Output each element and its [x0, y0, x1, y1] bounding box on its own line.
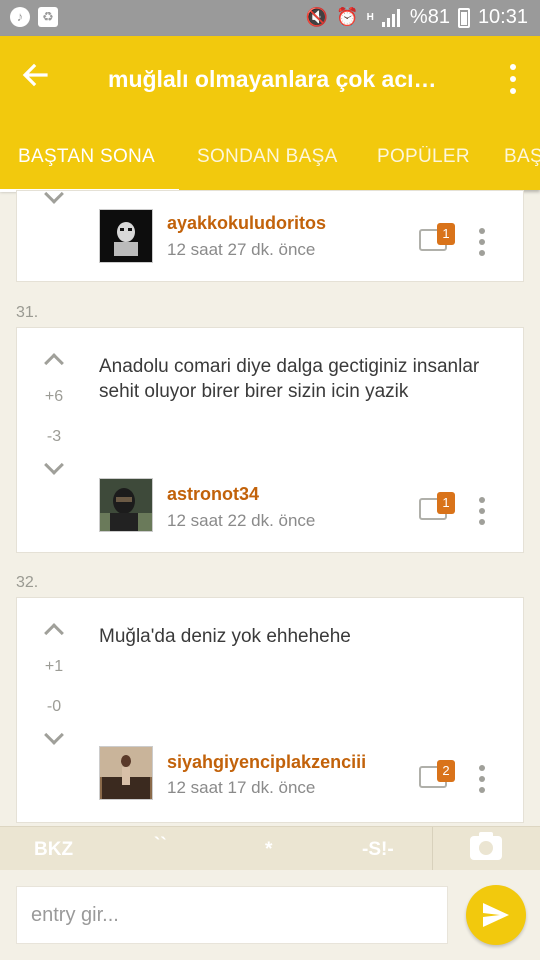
hidden-bkz-button[interactable]: ``: [154, 835, 167, 857]
send-button[interactable]: [466, 885, 526, 945]
bkz-button[interactable]: BKZ: [34, 839, 73, 861]
composer: [0, 870, 540, 960]
toolbar-divider: [432, 827, 433, 871]
comment-count: 1: [437, 223, 455, 245]
signal-icon: [381, 8, 402, 27]
entry-number: 32.: [16, 574, 39, 591]
entry-time[interactable]: 12 saat 22 dk. önce: [167, 511, 315, 531]
battery-percent: %81: [409, 6, 450, 28]
comments-button[interactable]: 2: [419, 760, 455, 794]
author-name[interactable]: astronot34: [167, 484, 259, 505]
clock: 10:31: [477, 6, 528, 28]
downvote-count: -3: [46, 428, 62, 445]
music-notification-icon: ♪: [10, 7, 30, 27]
alarm-icon: ⏰: [336, 7, 359, 27]
tab-populer[interactable]: POPÜLER: [377, 146, 470, 168]
tab-bastan-sona[interactable]: BAŞTAN SONA: [18, 146, 155, 168]
upvote-button[interactable]: [39, 623, 69, 643]
entry-number: 31.: [16, 304, 39, 321]
status-bar: ♪ ♻ 🔇 ⏰ H %81 10:31: [0, 0, 540, 36]
entry-card: +1 -0 Muğla'da deniz yok ehhehehe siyahg…: [16, 597, 524, 823]
upvote-button[interactable]: [39, 353, 69, 373]
entry-time[interactable]: 12 saat 27 dk. önce: [167, 240, 315, 260]
upvote-count: +6: [44, 388, 64, 405]
tab-bar: BAŞTAN SONA SONDAN BAŞA POPÜLER BAŞ: [0, 132, 540, 190]
battery-icon: [457, 7, 470, 28]
upvote-count: +1: [44, 658, 64, 675]
comments-button[interactable]: 1: [419, 492, 455, 526]
author-name[interactable]: siyahgiyenciplakzenciii: [167, 752, 366, 773]
tab-bas[interactable]: BAŞ: [504, 146, 540, 168]
page-title: muğlalı olmayanlara çok acı…: [108, 66, 437, 92]
entry-menu-icon[interactable]: [477, 497, 487, 525]
avatar[interactable]: [99, 746, 153, 800]
avatar[interactable]: [99, 209, 153, 263]
mute-icon: 🔇: [305, 7, 329, 27]
downvote-button[interactable]: [39, 455, 69, 475]
app-bar: muğlalı olmayanlara çok acı… BAŞTAN SONA…: [0, 36, 540, 192]
entry-card: +6 -3 Anadolu comari diye dalga gectigin…: [16, 327, 524, 553]
downvote-button[interactable]: [39, 725, 69, 745]
entry-text: Muğla'da deniz yok ehhehehe: [99, 626, 351, 647]
camera-icon[interactable]: [470, 832, 502, 860]
downvote-count: -0: [46, 698, 62, 715]
author-name[interactable]: ayakkokuludoritos: [167, 213, 326, 234]
entry-menu-icon[interactable]: [477, 765, 487, 793]
entry-text: Anadolu comari diye dalga gectiginiz ins…: [99, 356, 480, 402]
entry-time[interactable]: 12 saat 17 dk. önce: [167, 778, 315, 798]
recycle-notification-icon: ♻: [38, 7, 58, 27]
star-button[interactable]: *: [265, 839, 272, 861]
entry-menu-icon[interactable]: [477, 228, 487, 256]
back-arrow-icon[interactable]: [20, 60, 54, 94]
format-toolbar: BKZ `` * -S!-: [0, 826, 540, 871]
downvote-button[interactable]: [39, 184, 69, 204]
overflow-menu-icon[interactable]: [508, 64, 518, 94]
network-type: H: [366, 11, 374, 23]
spoiler-button[interactable]: -S!-: [362, 839, 394, 861]
avatar[interactable]: [99, 478, 153, 532]
send-icon: [483, 903, 509, 927]
comment-count: 1: [437, 492, 455, 514]
tab-sondan-basa[interactable]: SONDAN BAŞA: [197, 146, 338, 168]
entry-input[interactable]: [16, 886, 448, 944]
comment-count: 2: [437, 760, 455, 782]
entry-card: ayakkokuludoritos 12 saat 27 dk. önce 1: [16, 184, 524, 282]
comments-button[interactable]: 1: [419, 223, 455, 257]
